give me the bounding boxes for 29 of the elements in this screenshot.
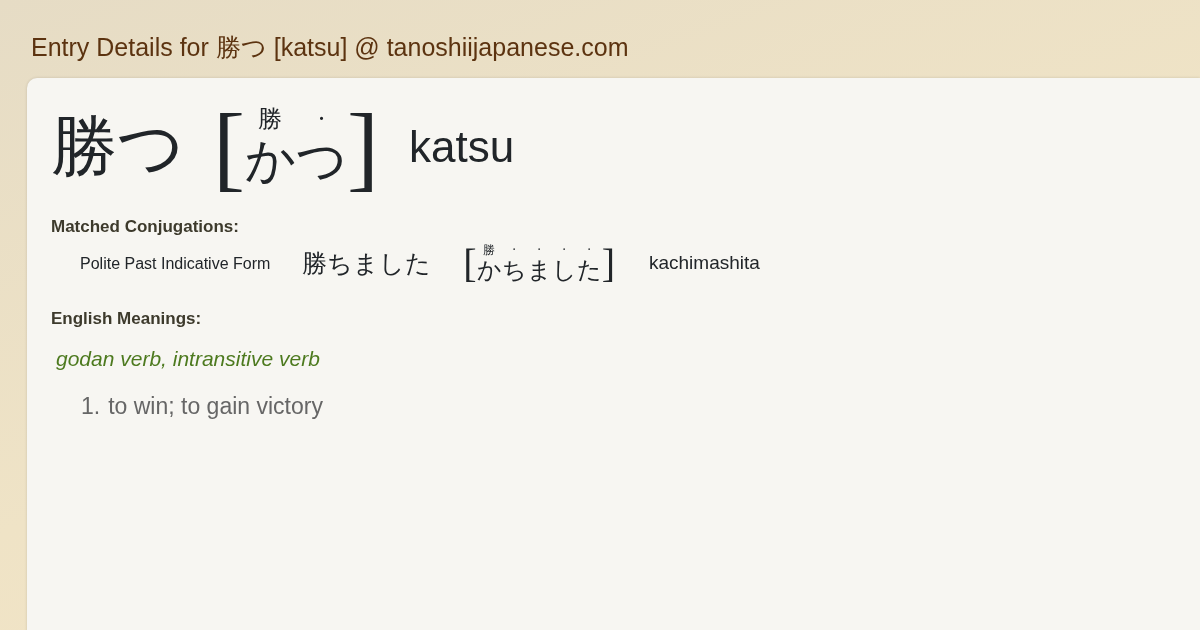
- sense-number: 1.: [81, 391, 101, 421]
- conjugated-word: 勝ちました: [302, 247, 432, 280]
- reading-kana: か: [476, 256, 502, 284]
- open-bracket: [: [463, 243, 477, 284]
- part-of-speech: godan verb, intransitive verb: [56, 346, 321, 372]
- reading-kana: ち: [501, 256, 527, 284]
- furigana: 勝: [483, 243, 496, 257]
- reading-kana: た: [576, 256, 602, 284]
- romaji: katsu: [408, 121, 515, 173]
- entry-word: 勝つ: [51, 114, 185, 180]
- section-heading: Matched Conjugations:: [51, 216, 240, 238]
- reading-kana: つ: [295, 132, 347, 188]
- reading-kana: し: [551, 256, 577, 284]
- furigana: ·: [317, 106, 326, 133]
- furigana: ·: [512, 243, 517, 257]
- section-heading: English Meanings:: [51, 307, 203, 330]
- furigana: 勝: [258, 106, 283, 133]
- reading-kana: ま: [526, 256, 552, 284]
- sense-text: to win; to gain victory: [108, 391, 323, 421]
- furigana: ·: [537, 243, 542, 257]
- furigana: ·: [587, 243, 592, 257]
- conjugation-form: Polite Past Indicative Form: [80, 253, 271, 274]
- open-bracket: [: [213, 99, 245, 195]
- close-bracket: ]: [346, 99, 379, 195]
- romaji: kachimashita: [648, 251, 760, 276]
- page-title: Entry Details for 勝つ [katsu] @ tanoshiijapanese.com: [30, 32, 630, 63]
- close-bracket: ]: [601, 243, 615, 284]
- furigana: ·: [562, 243, 567, 257]
- reading-kana: か: [244, 132, 296, 188]
